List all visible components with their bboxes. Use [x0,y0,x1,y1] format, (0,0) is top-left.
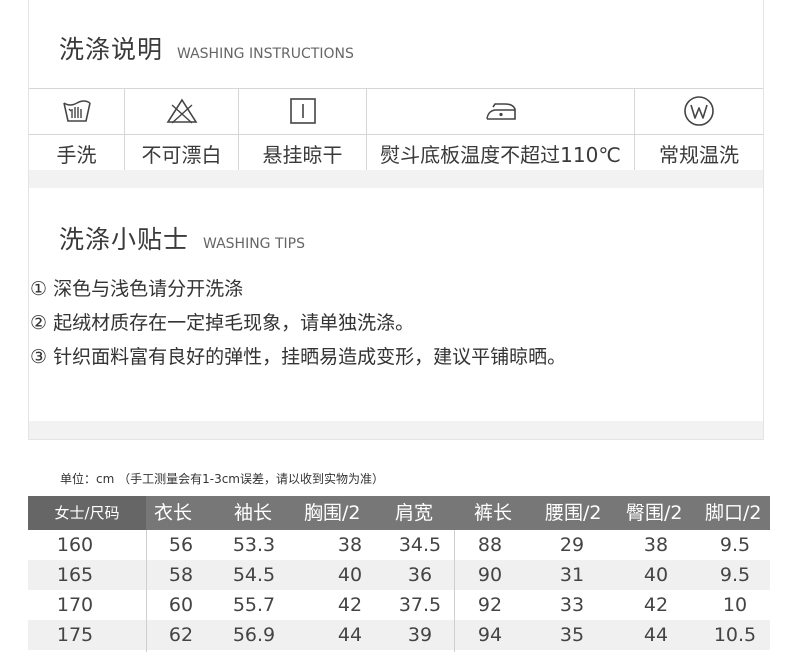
measurement-cell: 33 [559,594,585,616]
washing-title-en: WASHING INSTRUCTIONS [177,46,354,62]
header-hem: 脚口/2 [705,502,762,524]
measurement-cell: 42 [643,594,669,616]
measurement-cell: 56 [168,534,194,556]
size-cell: 165 [56,564,94,586]
measurement-cell: 44 [643,624,669,646]
size-table: 女士/尺码 衣长 袖长 胸围/2 肩宽 裤长 腰围/2 臀围/2 脚口/2 16… [28,496,770,652]
care-item-line-dry: 悬挂晾干 [239,89,367,171]
table-row: 175 62 56.9 44 39 94 35 44 10.5 [28,620,770,650]
table-row: 160 56 53.3 38 34.5 88 29 38 9.5 [28,530,770,560]
care-item-no-bleach: 不可漂白 [125,89,239,171]
measurement-cell: 55.7 [232,594,276,616]
hand-wash-icon [62,100,91,122]
measurement-cell: 60 [168,594,194,616]
measurement-cell: 31 [559,564,585,586]
header-hip: 臀围/2 [626,502,683,524]
size-cell: 170 [56,594,94,616]
measurement-cell: 38 [643,534,669,556]
header-chest: 胸围/2 [304,502,361,524]
tips-title-cn: 洗涤小贴士 [59,225,190,254]
measurement-cell: 39 [407,624,433,646]
measurement-cell: 37.5 [398,594,442,616]
no-bleach-icon [166,98,197,124]
washing-title: 洗涤说明 WASHING INSTRUCTIONS [59,30,354,66]
measurement-cell: 92 [477,594,503,616]
header-sleeve: 袖长 [234,502,273,524]
measurement-cell: 29 [559,534,585,556]
tips-title-en: WASHING TIPS [203,236,305,252]
header-length: 衣长 [154,502,193,524]
section-divider-band [29,170,763,188]
care-item-hand-wash: 手洗 [29,89,125,171]
care-symbols-table: 手洗 不可漂白 悬挂晾干 熨斗底板温度不超过110℃ 常规温洗 [29,88,763,172]
measurement-cell: 62 [168,624,194,646]
care-item-wet-clean: 常规温洗 [635,89,763,171]
measurement-cell: 9.5 [719,564,751,586]
measurement-cell: 53.3 [232,534,276,556]
tip-item: ① 深色与浅色请分开洗涤 [30,278,244,300]
header-pants-length: 裤长 [474,502,513,524]
header-shoulder: 肩宽 [395,502,434,524]
column-divider [146,530,147,652]
measurement-cell: 58 [168,564,194,586]
care-label-no-bleach: 不可漂白 [125,134,238,172]
measurement-cell: 56.9 [232,624,276,646]
measurement-cell: 36 [407,564,433,586]
table-row: 170 60 55.7 42 37.5 92 33 42 10 [28,590,770,620]
wet-clean-icon [684,96,714,126]
measurement-cell: 54.5 [232,564,276,586]
washing-title-cn: 洗涤说明 [59,35,164,64]
measurement-note: 单位：cm （手工测量会有1-3cm误差，请以收到实物为准） [60,472,384,486]
measurement-cell: 10 [722,594,748,616]
line-dry-icon [289,98,316,124]
care-item-iron: 熨斗底板温度不超过110℃ [367,89,635,171]
column-divider [454,530,455,652]
tip-item: ③ 针织面料富有良好的弹性，挂晒易造成变形，建议平铺晾晒。 [30,346,567,368]
measurement-cell: 90 [477,564,503,586]
measurement-cell: 35 [559,624,585,646]
measurement-cell: 9.5 [719,534,751,556]
size-table-header: 女士/尺码 衣长 袖长 胸围/2 肩宽 裤长 腰围/2 臀围/2 脚口/2 [28,496,770,530]
measurement-cell: 10.5 [713,624,757,646]
measurement-cell: 34.5 [398,534,442,556]
tips-list: ① 深色与浅色请分开洗涤 ② 起绒材质存在一定掉毛现象，请单独洗涤。 ③ 针织面… [30,272,566,374]
care-label-hand-wash: 手洗 [29,134,124,172]
header-waist: 腰围/2 [545,502,602,524]
measurement-cell: 94 [477,624,503,646]
header-size: 女士/尺码 [28,496,146,530]
measurement-cell: 88 [477,534,503,556]
size-cell: 175 [56,624,94,646]
measurement-cell: 40 [643,564,669,586]
care-label-line-dry: 悬挂晾干 [239,134,366,172]
size-cell: 160 [56,534,94,556]
table-row: 165 58 54.5 40 36 90 31 40 9.5 [28,560,770,590]
iron-icon [485,103,516,120]
tip-item: ② 起绒材质存在一定掉毛现象，请单独洗涤。 [30,312,415,334]
care-label-iron: 熨斗底板温度不超过110℃ [367,134,634,172]
care-label-wet-clean: 常规温洗 [635,134,763,172]
section-bottom-band [29,421,763,439]
tips-title: 洗涤小贴士 WASHING TIPS [59,220,305,256]
washing-instructions-panel: 洗涤说明 WASHING INSTRUCTIONS 手洗 不可漂白 悬挂晾干 熨… [28,0,764,188]
